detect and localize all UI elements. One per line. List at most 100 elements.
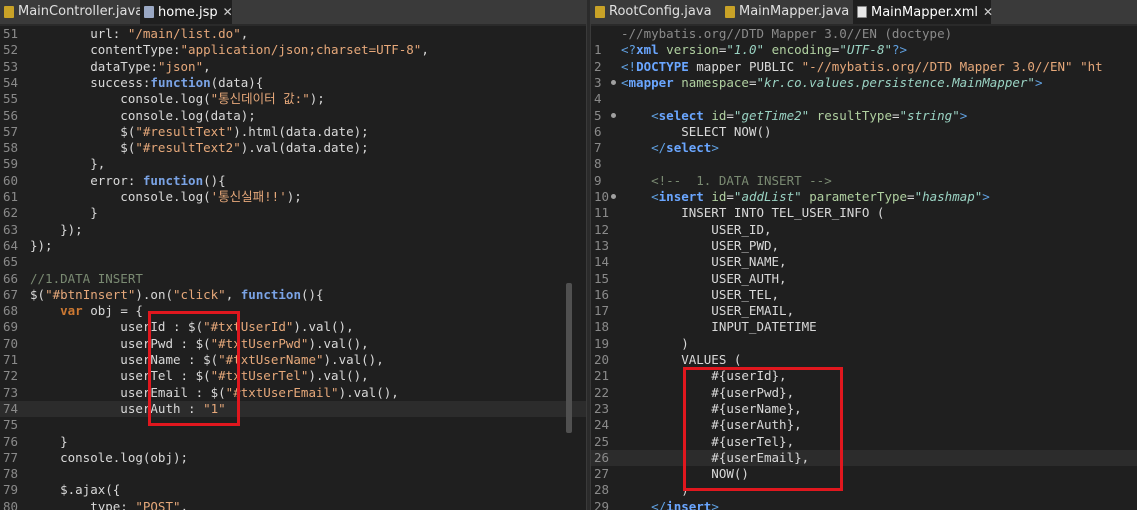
code-line[interactable]: 53 dataType:"json", xyxy=(0,59,586,75)
vertical-scrollbar[interactable] xyxy=(566,283,572,433)
code-text: USER_ID, xyxy=(621,221,772,237)
code-line[interactable]: 18 INPUT_DATETIME xyxy=(591,319,1137,335)
code-line[interactable]: 77 console.log(obj); xyxy=(0,450,586,466)
code-line[interactable]: 67 $("#btnInsert").on("click", function()… xyxy=(0,287,586,303)
code-line[interactable]: 8 xyxy=(591,156,1137,172)
line-number: 52 xyxy=(3,42,19,58)
fold-marker-icon[interactable] xyxy=(611,79,616,85)
code-line[interactable]: 27 NOW() xyxy=(591,466,1137,482)
code-line[interactable]: 15 USER_AUTH, xyxy=(591,271,1137,287)
code-line[interactable]: 58 $("#resultText2").val(data.date); xyxy=(0,140,586,156)
line-number: 70 xyxy=(3,335,19,351)
code-line[interactable]: 24 #{userAuth}, xyxy=(591,417,1137,433)
code-line[interactable]: 20 VALUES ( xyxy=(591,352,1137,368)
line-number: 67 xyxy=(3,286,19,302)
code-line[interactable]: 1 <?xml version="1.0" encoding="UTF-8"?> xyxy=(591,42,1137,58)
tab-maincontroller-java[interactable]: MainController.java xyxy=(0,0,143,24)
code-line[interactable]: 61 console.log('통신실패!!'); xyxy=(0,189,586,205)
code-line[interactable]: 25 #{userTel}, xyxy=(591,434,1137,450)
code-line[interactable]: 13 USER_PWD, xyxy=(591,238,1137,254)
tab-rootconfig-java[interactable]: RootConfig.java xyxy=(591,0,713,24)
code-line[interactable]: 26 #{userEmail}, xyxy=(591,449,1137,467)
code-line[interactable]: 79 $.ajax({ xyxy=(0,482,586,498)
close-icon[interactable]: ✕ xyxy=(983,5,993,19)
code-line[interactable]: 78 xyxy=(0,466,586,482)
code-line[interactable]: 65 xyxy=(0,254,586,270)
code-line[interactable]: 9 <!-- 1. DATA INSERT --> xyxy=(591,173,1137,189)
code-line[interactable]: 72 userTel : $("#txtUserTel").val(), xyxy=(0,368,586,384)
java-file-icon xyxy=(595,6,605,18)
left-tab-bar: MainController.java home.jsp ✕ xyxy=(0,0,586,26)
code-text: userTel : $("#txtUserTel").val(), xyxy=(30,368,369,384)
tab-mainmapper-java[interactable]: MainMapper.java xyxy=(721,0,849,24)
code-line[interactable]: 70 userPwd : $("#txtUserPwd").val(), xyxy=(0,336,586,352)
code-line[interactable]: 66 //1.DATA INSERT xyxy=(0,271,586,287)
code-line[interactable]: 19 ) xyxy=(591,336,1137,352)
fold-marker-icon[interactable] xyxy=(611,194,616,199)
code-editor-jsp[interactable]: 51 url: "/main/list.do", 52 contentType:"… xyxy=(0,26,586,510)
code-line[interactable]: 73 userEmail : $("#txtUserEmail").val(), xyxy=(0,385,586,401)
code-line[interactable]: 63 }); xyxy=(0,222,586,238)
right-tab-bar: RootConfig.java MainMapper.java MainMapp… xyxy=(591,0,1137,26)
code-line[interactable]: 71 userName : $("#txtUserName").val(), xyxy=(0,352,586,368)
code-line[interactable]: 57 $("#resultText").html(data.date); xyxy=(0,124,586,140)
code-editor-xml[interactable]: -//mybatis.org//DTD Mapper 3.0//EN (doct… xyxy=(591,26,1137,510)
code-line[interactable]: 55 console.log("통신데이터 값:"); xyxy=(0,91,586,107)
tab-label: home.jsp xyxy=(158,5,218,20)
code-line[interactable]: 56 console.log(data); xyxy=(0,108,586,124)
code-line[interactable]: 7 </select> xyxy=(591,140,1137,156)
line-number: 1 xyxy=(594,42,602,58)
code-line[interactable]: 54 success:function(data){ xyxy=(0,75,586,91)
code-text: </insert> xyxy=(651,498,719,510)
code-line[interactable]: 12 USER_ID, xyxy=(591,222,1137,238)
code-text: }); xyxy=(30,221,83,237)
code-line[interactable]: 11 INSERT INTO TEL_USER_INFO ( xyxy=(591,205,1137,221)
code-line[interactable]: 29 </insert> xyxy=(591,499,1137,510)
code-text: userPwd : $("#txtUserPwd").val(), xyxy=(30,335,369,351)
code-line[interactable]: 76 } xyxy=(0,434,586,450)
code-line[interactable]: 74 userAuth : "1" xyxy=(0,400,586,418)
code-line[interactable]: 3 <mapper namespace="kr.co.values.persist… xyxy=(591,75,1137,91)
code-line[interactable]: 2 <!DOCTYPE mapper PUBLIC "-//mybatis.org… xyxy=(591,59,1137,75)
code-line[interactable]: 4 xyxy=(591,91,1137,107)
code-line[interactable]: 60 error: function(){ xyxy=(0,173,586,189)
code-line[interactable]: 62 } xyxy=(0,205,586,221)
code-line[interactable]: 22 #{userPwd}, xyxy=(591,385,1137,401)
java-file-icon xyxy=(4,6,14,18)
code-text: var obj = { xyxy=(60,303,143,319)
code-line[interactable]: 5 <select id="getTime2" resultType="stri… xyxy=(591,108,1137,124)
code-line[interactable]: 68 var obj = { xyxy=(0,303,586,319)
code-line[interactable]: 64}); xyxy=(0,238,586,254)
line-number: 17 xyxy=(594,303,610,319)
line-number: 54 xyxy=(3,74,19,90)
close-icon[interactable]: ✕ xyxy=(223,5,233,19)
code-line[interactable]: 6 SELECT NOW() xyxy=(591,124,1137,140)
code-text: $("#btnInsert").on("click", function(){ xyxy=(30,286,324,302)
tab-home-jsp[interactable]: home.jsp ✕ xyxy=(140,0,233,24)
code-line[interactable]: 59 }, xyxy=(0,156,586,172)
code-line[interactable]: -//mybatis.org//DTD Mapper 3.0//EN (doct… xyxy=(591,26,1137,42)
code-text: INSERT INTO TEL_USER_INFO ( xyxy=(621,205,885,221)
code-line[interactable]: 14 USER_NAME, xyxy=(591,254,1137,270)
code-text: $.ajax({ xyxy=(30,482,121,498)
tab-mainmapper-xml[interactable]: MainMapper.xml ✕ xyxy=(853,0,993,24)
code-line[interactable]: 75 xyxy=(0,417,586,433)
line-number: 55 xyxy=(3,91,19,107)
code-line[interactable]: 16 USER_TEL, xyxy=(591,287,1137,303)
line-number: 12 xyxy=(594,221,610,237)
code-line[interactable]: 69 userId : $("#txtUserId").val(), xyxy=(0,319,586,335)
code-line[interactable]: 23 #{userName}, xyxy=(591,401,1137,417)
code-line[interactable]: 80 type: "POST", xyxy=(0,499,586,510)
code-line[interactable]: 52 contentType:"application/json;charset… xyxy=(0,42,586,58)
code-line[interactable]: 51 url: "/main/list.do", xyxy=(0,26,586,42)
line-number: 77 xyxy=(3,449,19,465)
code-text: //1.DATA INSERT xyxy=(30,270,143,286)
code-line[interactable]: 28 ) xyxy=(591,482,1137,498)
line-number: 57 xyxy=(3,123,19,139)
code-line[interactable]: 10 <insert id="addList" parameterType="h… xyxy=(591,189,1137,205)
code-line[interactable]: 17 USER_EMAIL, xyxy=(591,303,1137,319)
code-text: </select> xyxy=(651,140,719,156)
fold-marker-icon[interactable] xyxy=(611,112,616,118)
code-text: #{userId}, xyxy=(621,368,787,384)
code-line[interactable]: 21 #{userId}, xyxy=(591,368,1137,384)
